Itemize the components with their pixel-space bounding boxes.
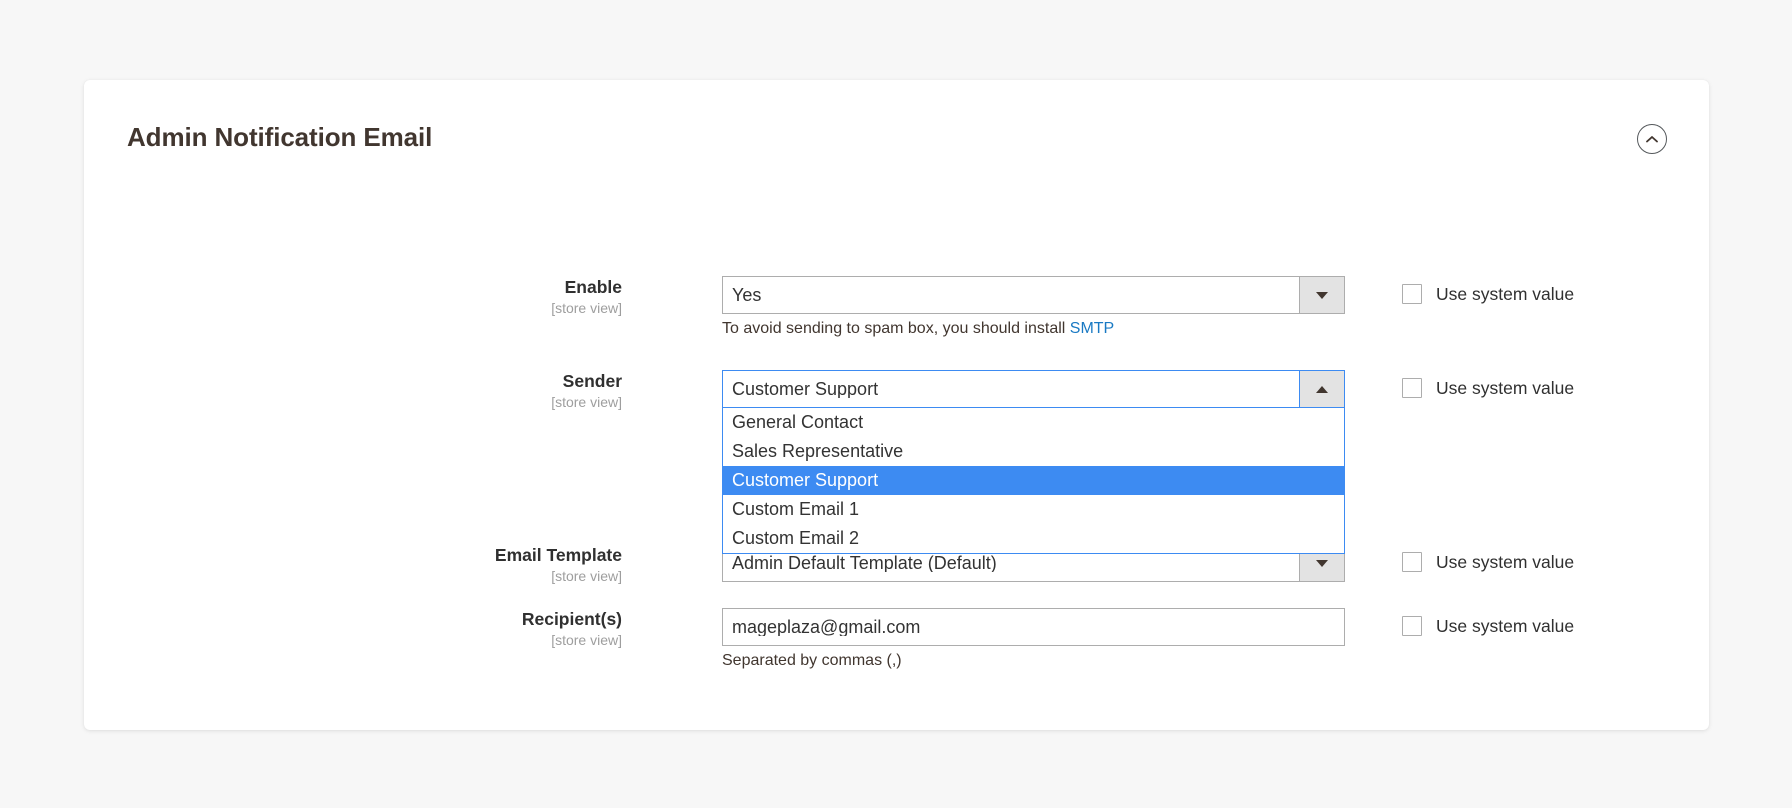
chevron-down-icon	[1316, 291, 1328, 299]
use-system-value-sender[interactable]: Use system value	[1402, 378, 1574, 398]
scope-text: [store view]	[551, 632, 622, 648]
use-system-value-label: Use system value	[1436, 284, 1575, 304]
enable-hint: To avoid sending to spam box, you should…	[722, 320, 1114, 338]
use-system-value-checkbox[interactable]	[1402, 552, 1422, 572]
field-label-recipients: Recipient(s) [store view]	[84, 608, 640, 650]
dropdown-option[interactable]: Custom Email 1	[723, 495, 1344, 524]
recipients-input[interactable]: mageplaza@gmail.com	[722, 608, 1345, 646]
scope-text: [store view]	[551, 568, 622, 584]
section-header: Admin Notification Email	[84, 80, 1709, 190]
recipients-input-value: mageplaza@gmail.com	[732, 618, 921, 636]
sender-select[interactable]: Customer Support	[722, 370, 1345, 408]
label-text: Sender	[562, 371, 622, 391]
use-system-value-checkbox[interactable]	[1402, 378, 1422, 398]
page-title: Admin Notification Email	[127, 122, 433, 152]
use-system-value-label: Use system value	[1436, 616, 1575, 636]
dropdown-option-selected[interactable]: Customer Support	[723, 466, 1344, 495]
field-label-email-template: Email Template [store view]	[84, 544, 640, 586]
use-system-value-enable[interactable]: Use system value	[1402, 284, 1574, 304]
enable-select-value: Yes	[732, 286, 762, 304]
label-text: Email Template	[494, 545, 622, 565]
use-system-value-label: Use system value	[1436, 378, 1575, 398]
dropdown-option[interactable]: Sales Representative	[723, 437, 1344, 466]
field-control-enable: Yes To avoid sending to spam box, you sh…	[722, 276, 1347, 337]
enable-select-toggle[interactable]	[1299, 277, 1344, 313]
label-text: Enable	[564, 277, 622, 297]
dropdown-option[interactable]: General Contact	[723, 408, 1344, 437]
field-control-sender: Customer Support General Contact Sales R…	[722, 370, 1347, 554]
scope-text: [store view]	[551, 300, 622, 316]
chevron-up-circle-icon[interactable]	[1637, 124, 1667, 154]
field-control-recipients: mageplaza@gmail.com Separated by commas …	[722, 608, 1347, 669]
use-system-value-checkbox[interactable]	[1402, 616, 1422, 636]
use-system-value-label: Use system value	[1436, 552, 1575, 572]
sender-select-toggle[interactable]	[1299, 371, 1344, 407]
dropdown-option[interactable]: Custom Email 2	[723, 524, 1344, 553]
field-label-sender: Sender [store view]	[84, 370, 640, 412]
enable-select[interactable]: Yes	[722, 276, 1345, 314]
use-system-value-recipients[interactable]: Use system value	[1402, 616, 1574, 636]
email-template-select-value: Admin Default Template (Default)	[732, 554, 997, 572]
use-system-value-checkbox[interactable]	[1402, 284, 1422, 304]
admin-notification-email-card: Admin Notification Email Enable [store v…	[84, 80, 1709, 730]
chevron-down-icon	[1316, 559, 1328, 567]
field-label-enable: Enable [store view]	[84, 276, 640, 318]
recipients-hint: Separated by commas (,)	[722, 652, 902, 669]
enable-hint-text: To avoid sending to spam box, you should…	[722, 320, 1070, 337]
sender-select-value: Customer Support	[732, 380, 879, 398]
smtp-link[interactable]: SMTP	[1070, 320, 1114, 337]
label-text: Recipient(s)	[521, 609, 622, 629]
chevron-up-icon	[1316, 385, 1328, 393]
sender-dropdown-list[interactable]: General Contact Sales Representative Cus…	[722, 408, 1345, 554]
admin-config-page: Admin Notification Email Enable [store v…	[0, 0, 1792, 808]
scope-text: [store view]	[551, 394, 622, 410]
use-system-value-email-template[interactable]: Use system value	[1402, 552, 1574, 572]
